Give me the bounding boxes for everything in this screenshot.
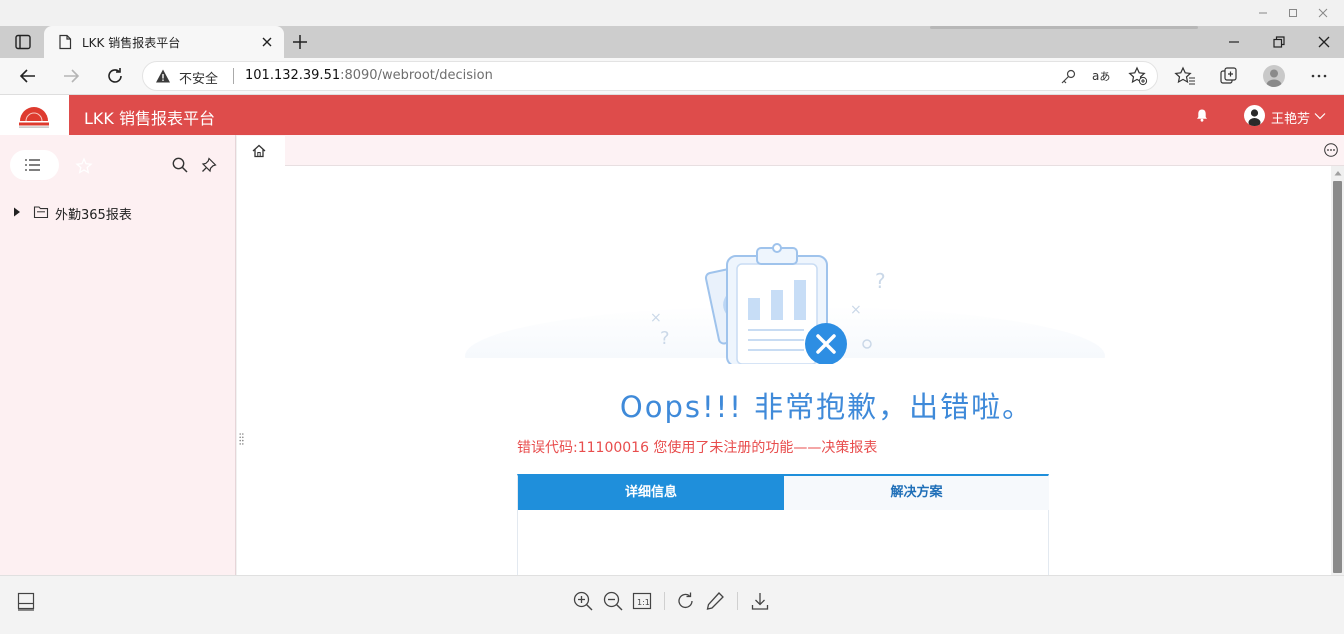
svg-text:?: ? [660, 328, 670, 349]
zoom-out-icon[interactable] [602, 590, 624, 612]
tab-details[interactable]: 详细信息 [518, 476, 784, 510]
report-content: × ? × ? Oops!!! 非常抱歉，出错啦。 错误代码:11100016 … [237, 166, 1331, 584]
window-titlebar [0, 0, 1344, 26]
page-icon [58, 34, 72, 50]
tree-node-label[interactable]: 外勤365报表 [55, 204, 132, 223]
rotate-icon[interactable] [675, 590, 697, 612]
more-icon[interactable] [1309, 66, 1329, 86]
close-icon[interactable] [1316, 34, 1332, 50]
app-title: LKK 销售报表平台 [84, 109, 215, 128]
resize-handle[interactable] [239, 432, 244, 446]
tree-node[interactable]: 外勤365报表 [10, 201, 230, 223]
url-text[interactable]: 101.132.39.51:8090/webroot/decision [245, 68, 493, 83]
svg-text:?: ? [875, 269, 886, 293]
search-icon[interactable] [171, 156, 189, 174]
close-tab-icon[interactable] [260, 35, 274, 49]
favorites-icon[interactable] [1174, 66, 1196, 86]
home-tab[interactable] [237, 136, 285, 166]
toolbar-divider [664, 592, 665, 610]
address-divider [233, 68, 234, 84]
toolbar-divider [737, 592, 738, 610]
svg-text:×: × [850, 302, 862, 318]
warning-icon[interactable] [155, 68, 171, 84]
close-window-icon[interactable] [1317, 7, 1329, 19]
svg-text:1:1: 1:1 [637, 598, 650, 607]
vertical-scrollbar[interactable] [1331, 166, 1344, 575]
directory-toggle[interactable] [10, 150, 59, 180]
download-icon[interactable] [749, 590, 771, 612]
bell-icon[interactable] [1194, 107, 1210, 123]
panel-toggle-icon[interactable] [15, 590, 37, 612]
bottom-toolbar: 1:1 [0, 575, 1344, 634]
new-tab-icon[interactable] [290, 32, 310, 52]
security-label[interactable]: 不安全 [179, 68, 218, 87]
url-host: 101.132.39.51 [245, 68, 341, 83]
tab-title: LKK 销售报表平台 [82, 36, 181, 50]
chevron-down-icon[interactable] [1313, 109, 1327, 123]
user-name[interactable]: 王艳芳 [1271, 108, 1310, 127]
favorites-star-icon[interactable] [75, 157, 93, 175]
error-illustration: × ? × ? [455, 238, 1115, 364]
maximize-window-icon[interactable] [1287, 7, 1299, 19]
tab-solutions[interactable]: 解决方案 [784, 476, 1049, 510]
url-path: :8090/webroot/decision [340, 68, 493, 83]
collections-icon[interactable] [1219, 66, 1239, 86]
home-icon [251, 143, 267, 159]
minimize-icon[interactable] [1226, 34, 1242, 50]
actual-size-icon[interactable]: 1:1 [631, 590, 653, 612]
refresh-icon[interactable] [104, 65, 126, 87]
expand-arrow-icon[interactable] [13, 207, 21, 217]
pin-icon[interactable] [200, 156, 218, 174]
add-favorite-icon[interactable] [1128, 66, 1148, 86]
error-headline: Oops!!! 非常抱歉，出错啦。 [619, 390, 1034, 424]
read-aloud-icon[interactable]: aあ [1092, 66, 1114, 86]
company-logo [0, 95, 69, 135]
minimize-window-icon[interactable] [1257, 7, 1269, 19]
content-tabs-bar [237, 135, 1344, 166]
error-message: 错误代码:11100016 您使用了未注册的功能——决策报表 [517, 440, 878, 456]
tabs-more-icon[interactable] [1323, 142, 1339, 158]
edit-icon[interactable] [704, 590, 726, 612]
sidebar: 外勤365报表 [0, 135, 236, 575]
svg-text:×: × [650, 310, 662, 326]
key-icon[interactable] [1059, 68, 1077, 86]
address-bar[interactable]: 不安全 101.132.39.51:8090/webroot/decision … [142, 61, 1158, 91]
tab-actions-icon[interactable] [13, 33, 33, 51]
profile-avatar[interactable] [1263, 65, 1285, 87]
scroll-up-arrow-icon[interactable] [1334, 170, 1342, 176]
zoom-in-icon[interactable] [572, 590, 594, 612]
back-icon[interactable] [17, 65, 39, 87]
error-detail-panel: 详细信息 解决方案 [517, 474, 1049, 584]
scrollbar-thumb[interactable] [1333, 181, 1342, 573]
restore-icon[interactable] [1271, 34, 1287, 50]
browser-tab[interactable]: LKK 销售报表平台 [44, 26, 284, 58]
forward-icon[interactable] [60, 65, 82, 87]
tab-strip-loading-bar [930, 26, 1198, 29]
folder-icon [33, 205, 49, 219]
user-avatar-icon[interactable] [1244, 105, 1265, 126]
